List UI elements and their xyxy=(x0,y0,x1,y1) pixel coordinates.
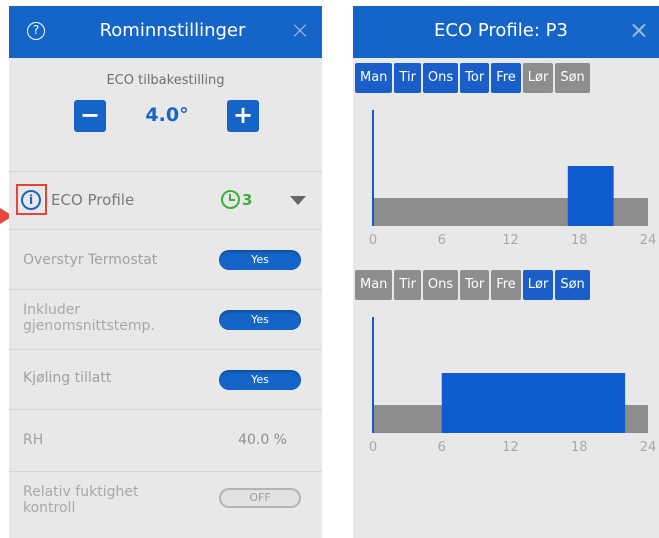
eco-schedule-chart-weekdays: 0 6 12 18 24 xyxy=(353,102,659,250)
weekday-selector: Man Tir Ons Tor Fre Lør Søn xyxy=(355,63,590,93)
decrease-button[interactable]: − xyxy=(74,100,106,132)
x-tick-label: 12 xyxy=(502,440,519,455)
x-tick-label: 24 xyxy=(640,233,657,248)
day-button-tor[interactable]: Tor xyxy=(460,270,490,300)
close-icon[interactable]: × xyxy=(290,16,310,44)
room-settings-header: ? Rominnstillinger × xyxy=(9,6,322,58)
day-button-man[interactable]: Man xyxy=(355,63,393,93)
day-button-søn[interactable]: Søn xyxy=(555,63,590,93)
eco-profile-label: ECO Profile xyxy=(51,191,135,209)
x-tick-label: 12 xyxy=(502,233,519,248)
day-button-tir[interactable]: Tir xyxy=(394,270,421,300)
info-highlight-box xyxy=(16,184,47,215)
day-button-ons[interactable]: Ons xyxy=(422,63,459,93)
x-tick-label: 0 xyxy=(369,440,377,455)
day-button-søn[interactable]: Søn xyxy=(555,270,590,300)
increase-button[interactable]: + xyxy=(227,100,259,132)
eco-reset-section: ECO tilbakestilling − 4.0° + xyxy=(9,58,322,172)
eco-reset-label: ECO tilbakestilling xyxy=(106,73,225,88)
profile-number: 3 xyxy=(242,191,253,209)
setting-label-line2: gjenomsnittstemp. xyxy=(23,318,155,334)
eco-period-bar xyxy=(441,373,626,433)
eco-profile-row[interactable]: i ECO Profile 3 xyxy=(9,172,322,230)
setting-label: Relativ fuktighet kontroll xyxy=(23,484,138,516)
panel-title: Rominnstillinger xyxy=(99,20,246,41)
cooling-allowed-toggle[interactable]: Yes xyxy=(219,370,301,390)
override-thermostat-row: Overstyr Termostat Yes xyxy=(9,230,322,290)
eco-schedule-chart-weekend: 0 6 12 18 24 xyxy=(353,309,659,457)
x-tick-label: 0 xyxy=(369,233,377,248)
clock-icon xyxy=(221,190,240,209)
room-settings-panel: ? Rominnstillinger × ECO tilbakestilling… xyxy=(9,6,322,538)
override-thermostat-toggle[interactable]: Yes xyxy=(219,250,301,270)
day-button-lør[interactable]: Lør xyxy=(522,270,554,300)
schedule-chart-svg: 0 6 12 18 24 xyxy=(369,110,657,248)
x-tick-label: 18 xyxy=(571,233,588,248)
day-button-man[interactable]: Man xyxy=(355,270,393,300)
eco-reset-value: 4.0° xyxy=(145,104,189,126)
panel-title: ECO Profile: P3 xyxy=(434,20,568,41)
include-average-temp-row: Inkluder gjenomsnittstemp. Yes xyxy=(9,290,322,350)
include-average-temp-toggle[interactable]: Yes xyxy=(219,310,301,330)
day-button-fre[interactable]: Fre xyxy=(491,270,521,300)
x-tick-label: 6 xyxy=(438,440,446,455)
setting-label-line2: kontroll xyxy=(23,500,76,516)
day-button-tir[interactable]: Tir xyxy=(394,63,421,93)
schedule-chart-svg: 0 6 12 18 24 xyxy=(369,317,657,455)
eco-period-bar xyxy=(567,166,614,226)
close-icon[interactable]: × xyxy=(629,16,649,44)
day-button-tor[interactable]: Tor xyxy=(460,63,490,93)
day-button-lør[interactable]: Lør xyxy=(522,63,554,93)
setting-label-line1: Inkluder xyxy=(23,302,81,318)
x-tick-label: 18 xyxy=(571,440,588,455)
setting-label: Overstyr Termostat xyxy=(23,252,158,268)
cooling-allowed-row: Kjøling tillatt Yes xyxy=(9,350,322,410)
setting-label: RH xyxy=(23,432,44,448)
x-tick-label: 6 xyxy=(438,233,446,248)
x-tick-label: 24 xyxy=(640,440,657,455)
setting-label-line1: Relativ fuktighet xyxy=(23,484,139,500)
eco-profile-header: ECO Profile: P3 × xyxy=(353,6,659,58)
rh-row: RH 40.0 % xyxy=(9,410,322,472)
day-button-ons[interactable]: Ons xyxy=(422,270,459,300)
humidity-control-toggle[interactable]: OFF xyxy=(219,488,301,508)
setting-label: Inkluder gjenomsnittstemp. xyxy=(23,302,155,334)
eco-profile-panel: ECO Profile: P3 × Man Tir Ons Tor Fre Lør Søn … xyxy=(353,6,659,538)
chevron-down-icon[interactable] xyxy=(290,196,306,205)
setting-label: Kjøling tillatt xyxy=(23,370,112,386)
weekend-selector: Man Tir Ons Tor Fre Lør Søn xyxy=(355,270,590,300)
rh-value: 40.0 % xyxy=(238,432,287,448)
humidity-control-row: Relativ fuktighet kontroll OFF xyxy=(9,472,322,532)
day-button-fre[interactable]: Fre xyxy=(491,63,521,93)
